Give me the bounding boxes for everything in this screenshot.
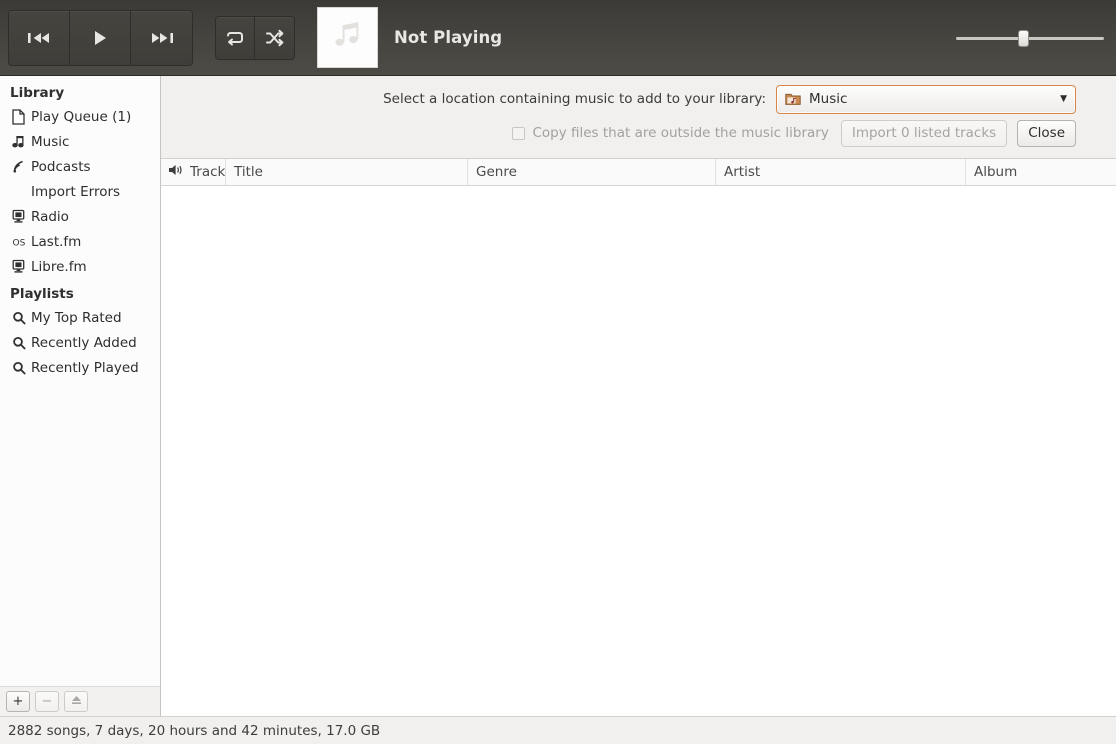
sidebar-item-label: Radio bbox=[31, 208, 69, 225]
main-panel: Select a location containing music to ad… bbox=[161, 76, 1116, 716]
column-label: Album bbox=[974, 164, 1018, 180]
import-tracks-label: Import 0 listed tracks bbox=[851, 125, 997, 141]
volume-handle[interactable] bbox=[1018, 30, 1029, 47]
play-icon bbox=[90, 29, 110, 47]
next-icon bbox=[149, 30, 175, 46]
plus-icon: + bbox=[12, 694, 24, 709]
sidebar-item-label: My Top Rated bbox=[31, 309, 122, 326]
location-combobox-value: Music bbox=[809, 91, 848, 107]
import-location-row: Select a location containing music to ad… bbox=[161, 84, 1076, 114]
import-tracks-button[interactable]: Import 0 listed tracks bbox=[840, 119, 1008, 147]
sidebar-item-label: Libre.fm bbox=[31, 258, 87, 275]
sidebar-item-label: Last.fm bbox=[31, 233, 82, 250]
column-header-album[interactable]: Album bbox=[966, 159, 1116, 185]
column-label: Title bbox=[234, 164, 263, 180]
sidebar-item-librefm[interactable]: Libre.fm bbox=[0, 254, 160, 279]
sidebar-item-radio[interactable]: Radio bbox=[0, 204, 160, 229]
sidebar-section-library: Library bbox=[10, 85, 65, 101]
sidebar-item-podcasts[interactable]: Podcasts bbox=[0, 154, 160, 179]
sidebar-action-bar: + − bbox=[0, 686, 160, 716]
repeat-icon bbox=[224, 29, 246, 47]
sidebar: Library Play Queue (1) Music Podcasts Im… bbox=[0, 76, 161, 716]
eject-button[interactable] bbox=[64, 691, 88, 712]
player-toolbar: Not Playing bbox=[0, 0, 1116, 76]
sidebar-item-lastfm[interactable]: OS Last.fm bbox=[0, 229, 160, 254]
library-summary-label: 2882 songs, 7 days, 20 hours and 42 minu… bbox=[8, 722, 381, 739]
track-list: Track Title Genre Artist Album bbox=[161, 159, 1116, 716]
speaker-icon bbox=[168, 163, 184, 181]
transport-controls bbox=[8, 9, 193, 66]
monitor-icon bbox=[12, 259, 31, 274]
sidebar-item-label: Music bbox=[31, 133, 70, 150]
location-combobox[interactable]: Music ▼ bbox=[776, 84, 1076, 114]
sidebar-item-label: Podcasts bbox=[31, 158, 91, 175]
column-header-genre[interactable]: Genre bbox=[468, 159, 716, 185]
sidebar-item-import-errors[interactable]: Import Errors bbox=[0, 179, 160, 204]
sidebar-item-label: Recently Added bbox=[31, 334, 137, 351]
shuffle-icon bbox=[264, 29, 286, 47]
add-playlist-button[interactable]: + bbox=[6, 691, 30, 712]
column-header-track[interactable]: Track bbox=[190, 159, 226, 185]
repeat-button[interactable] bbox=[216, 16, 255, 59]
magnifier-icon bbox=[12, 361, 31, 375]
music-note-icon bbox=[12, 134, 31, 149]
sidebar-item-music[interactable]: Music bbox=[0, 129, 160, 154]
magnifier-icon bbox=[12, 336, 31, 350]
sidebar-section-playlists: Playlists bbox=[10, 286, 74, 302]
column-header-playing[interactable] bbox=[161, 159, 190, 185]
previous-icon bbox=[26, 30, 52, 46]
playback-mode-controls bbox=[215, 15, 295, 60]
import-actions-row: Copy files that are outside the music li… bbox=[161, 118, 1076, 148]
magnifier-icon bbox=[12, 311, 31, 325]
volume-track bbox=[956, 37, 1104, 40]
import-bar: Select a location containing music to ad… bbox=[161, 76, 1116, 159]
monitor-icon bbox=[12, 209, 31, 224]
minus-icon: − bbox=[41, 694, 53, 709]
copy-files-checkbox[interactable] bbox=[512, 126, 526, 140]
remove-playlist-button[interactable]: − bbox=[35, 691, 59, 712]
track-list-header: Track Title Genre Artist Album bbox=[161, 159, 1116, 186]
chevron-down-icon: ▼ bbox=[1060, 94, 1067, 104]
column-label: Track bbox=[190, 164, 226, 180]
rhythmbox-window: Not Playing Library Play Queue (1) Music… bbox=[0, 0, 1116, 744]
sidebar-item-label: Play Queue (1) bbox=[31, 108, 132, 125]
close-import-label: Close bbox=[1028, 125, 1065, 141]
rss-icon bbox=[12, 159, 31, 174]
sidebar-list: Library Play Queue (1) Music Podcasts Im… bbox=[0, 82, 160, 686]
sidebar-item-my-top-rated[interactable]: My Top Rated bbox=[0, 305, 160, 330]
close-import-button[interactable]: Close bbox=[1017, 119, 1076, 147]
sidebar-item-recently-played[interactable]: Recently Played bbox=[0, 355, 160, 380]
column-header-artist[interactable]: Artist bbox=[716, 159, 966, 185]
volume-slider[interactable] bbox=[956, 30, 1104, 47]
sidebar-item-label: Import Errors bbox=[31, 183, 121, 200]
music-note-icon bbox=[331, 19, 365, 57]
column-label: Genre bbox=[476, 164, 517, 180]
sidebar-item-recently-added[interactable]: Recently Added bbox=[0, 330, 160, 355]
lastfm-icon: OS bbox=[12, 235, 31, 249]
shuffle-button[interactable] bbox=[255, 17, 294, 59]
column-label: Artist bbox=[724, 164, 761, 180]
sidebar-item-play-queue[interactable]: Play Queue (1) bbox=[0, 104, 160, 129]
main-body: Library Play Queue (1) Music Podcasts Im… bbox=[0, 76, 1116, 716]
column-header-title[interactable]: Title bbox=[226, 159, 468, 185]
copy-files-checkbox-wrap[interactable]: Copy files that are outside the music li… bbox=[512, 125, 829, 141]
eject-icon bbox=[70, 694, 83, 709]
status-bar: 2882 songs, 7 days, 20 hours and 42 minu… bbox=[0, 716, 1116, 744]
next-button[interactable] bbox=[131, 11, 192, 65]
sidebar-item-label: Recently Played bbox=[31, 359, 139, 376]
page-icon bbox=[12, 108, 31, 125]
album-art-placeholder bbox=[317, 7, 378, 68]
svg-text:OS: OS bbox=[13, 238, 26, 248]
import-prompt-label: Select a location containing music to ad… bbox=[383, 91, 766, 107]
track-list-rows[interactable] bbox=[161, 186, 1116, 716]
play-button[interactable] bbox=[70, 10, 131, 65]
folder-music-icon bbox=[785, 92, 801, 106]
previous-button[interactable] bbox=[9, 10, 70, 65]
now-playing-label: Not Playing bbox=[394, 28, 503, 47]
copy-files-label: Copy files that are outside the music li… bbox=[532, 125, 829, 141]
